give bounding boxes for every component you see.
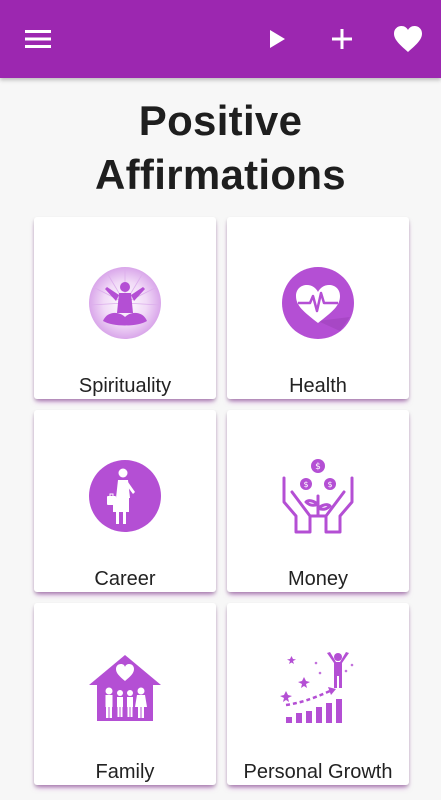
title-line-1: Positive xyxy=(138,97,303,144)
app-bar xyxy=(0,0,441,78)
category-card-money[interactable]: $ $ $ Money xyxy=(227,410,409,592)
category-card-health[interactable]: Health xyxy=(227,217,409,399)
businesswoman-icon xyxy=(89,460,161,532)
category-label: Health xyxy=(289,375,347,397)
svg-text:$: $ xyxy=(327,480,332,489)
category-label: Career xyxy=(94,568,156,590)
play-icon xyxy=(270,30,285,48)
category-label: Spirituality xyxy=(78,375,172,397)
heart-pulse-icon xyxy=(282,267,354,339)
category-card-family[interactable]: Family xyxy=(34,603,216,785)
category-card-personal-growth[interactable]: Personal Growth xyxy=(227,603,409,785)
category-label: Personal Growth xyxy=(243,761,393,783)
money-hands-icon: $ $ $ xyxy=(282,459,354,534)
add-button[interactable] xyxy=(322,19,362,59)
family-house-icon xyxy=(89,655,161,721)
title-line-2: Affirmations xyxy=(95,151,346,198)
menu-button[interactable] xyxy=(18,19,58,59)
favorites-button[interactable] xyxy=(388,19,428,59)
category-card-career[interactable]: Career xyxy=(34,410,216,592)
growth-chart-icon xyxy=(280,652,354,723)
category-card-spirituality[interactable]: Spirituality xyxy=(34,217,216,399)
svg-text:$: $ xyxy=(315,462,321,472)
page-title: Positive Affirmations xyxy=(0,94,441,202)
category-label: Family xyxy=(95,761,155,783)
meditation-icon xyxy=(89,267,161,339)
play-button[interactable] xyxy=(257,19,297,59)
add-icon xyxy=(332,29,352,49)
svg-text:$: $ xyxy=(303,480,308,489)
menu-icon xyxy=(25,30,51,48)
category-label: Money xyxy=(287,568,349,590)
heart-icon xyxy=(394,26,422,52)
